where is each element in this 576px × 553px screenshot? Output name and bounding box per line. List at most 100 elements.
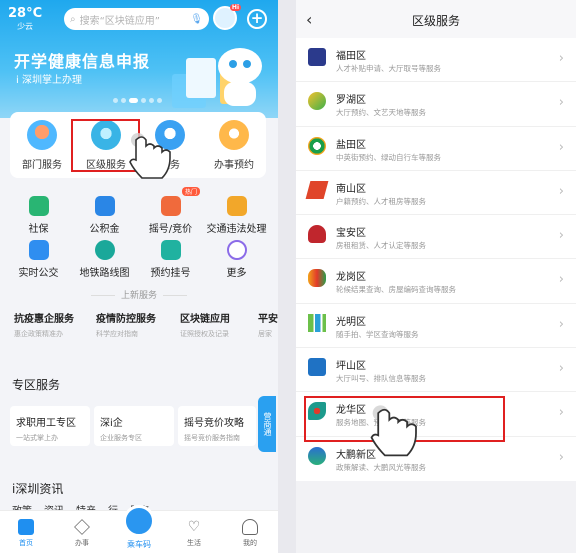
grid-item-label: 更多 — [226, 268, 247, 279]
tab-home[interactable]: 首页 — [2, 519, 50, 548]
service-card-epidemic-prevention[interactable]: 疫情防控服务 科学应对指南 — [96, 310, 156, 348]
weather-widget[interactable]: 28°C 少云 — [8, 6, 42, 32]
grid-item-label: 摇号/竞价 — [148, 224, 193, 235]
tab-affairs[interactable]: 办事 — [58, 519, 106, 548]
district-name: 坪山区 — [336, 361, 366, 373]
district-name: 福田区 — [336, 51, 366, 62]
district-desc: 房租租赁、人才认定等服务 — [336, 241, 426, 251]
heart-icon: ♡ — [187, 519, 201, 535]
tab-life[interactable]: ♡ 生活 — [170, 519, 218, 548]
banner-robot-illustration — [172, 48, 262, 108]
grid-item-more[interactable]: 更多 — [202, 240, 271, 279]
service-card-safety[interactable]: 平安 居家 — [258, 310, 278, 348]
tab-label: 办事 — [75, 539, 89, 547]
grid-item-metro-map[interactable]: 地铁路线图 — [70, 240, 139, 279]
district-row-luohu[interactable]: 罗湖区 大厅预约、文艺天地等服务 › — [296, 82, 576, 127]
nanshan-logo-icon — [305, 180, 329, 199]
quick-item-label: 办事预约 — [214, 160, 254, 171]
grid-item-traffic-violation[interactable]: 交通违法处理 — [202, 196, 271, 235]
grid-item-lottery-bidding[interactable]: 摇号/竞价 — [136, 196, 205, 235]
futian-logo-icon — [308, 48, 326, 66]
district-desc: 轮候结果查询、房屋编码查询等服务 — [336, 285, 456, 295]
grid-item-label: 实时公交 — [18, 268, 59, 279]
grid-item-label: 公积金 — [89, 224, 120, 235]
quick-item-department-services[interactable]: 部门服务 — [10, 120, 74, 171]
tap-hand-icon — [129, 133, 171, 179]
chevron-right-icon: › — [558, 405, 564, 421]
grid-item-label: 预约挂号 — [150, 268, 191, 279]
district-row-nanshan[interactable]: 南山区 户籍预约、人才租房等服务 › — [296, 171, 576, 216]
bus-code-icon[interactable] — [123, 505, 155, 537]
district-row-dapeng[interactable]: 大鹏新区 政策解读、大鹏风光等服务 › — [296, 437, 576, 481]
district-row-pingshan[interactable]: 坪山区 大厅叫号、排队信息等服务 › — [296, 348, 576, 393]
weather-desc: 少云 — [17, 22, 34, 31]
plus-icon[interactable]: + — [247, 9, 267, 29]
service-desc: 证照授权及记录 — [180, 330, 229, 338]
assistant-robot-icon[interactable]: Hi — [213, 4, 241, 30]
chevron-right-icon: › — [558, 51, 564, 66]
search-input[interactable]: ⌕ 搜索“区块链应用” 🎙 — [64, 8, 209, 30]
service-title: 疫情防控服务 — [96, 314, 156, 325]
district-row-guangming[interactable]: 光明区 随手拍、学区查询等服务 › — [296, 304, 576, 349]
chevron-right-icon: › — [558, 228, 564, 244]
banner-title: 开学健康信息申报 — [14, 52, 151, 71]
chevron-right-icon: › — [558, 139, 564, 155]
grid-item-label: 地铁路线图 — [79, 268, 130, 279]
zone-card-lottery-guide[interactable]: 摇号竞价攻略 摇号竞价服务指南 — [178, 406, 256, 446]
medical-cross-icon — [160, 240, 181, 260]
service-title: 区块链应用 — [180, 314, 230, 325]
weather-temp: 28°C — [8, 6, 43, 21]
grid-item-realtime-bus[interactable]: 实时公交 — [4, 240, 73, 279]
house-yen-icon — [94, 196, 115, 216]
home-icon — [18, 519, 34, 535]
right-phone-screen: ‹ 区级服务 福田区 人才补贴申请、大厅取号等服务 › 罗湖区 大厅预约、文艺天… — [296, 0, 576, 553]
business-side-tab[interactable]: 营商通 — [258, 396, 276, 452]
grid-item-hospital-appointment[interactable]: 预约挂号 — [136, 240, 205, 279]
service-desc: 科学应对指南 — [96, 330, 138, 338]
service-title: 抗疫惠企服务 — [14, 314, 74, 325]
left-phone-screen: 28°C 少云 ⌕ 搜索“区块链应用” 🎙 Hi + 开学健康信息申报 i 深圳… — [0, 0, 278, 553]
paper-plane-icon — [74, 519, 90, 535]
zone-services-title: 专区服务 — [12, 378, 61, 392]
car-icon — [160, 196, 181, 216]
district-row-yantian[interactable]: 盐田区 中英街预约、绿动自行车等服务 › — [296, 127, 576, 171]
service-desc: 居家 — [258, 330, 272, 338]
chevron-right-icon: › — [558, 449, 564, 465]
grid-item-label: 交通违法处理 — [206, 224, 267, 235]
service-desc: 惠企政策精准办 — [14, 330, 63, 338]
district-header: ‹ 区级服务 — [296, 0, 576, 38]
district-row-longgang[interactable]: 龙岗区 轮候结果查询、房屋编码查询等服务 › — [296, 259, 576, 304]
yantian-logo-icon — [308, 136, 326, 155]
chevron-right-icon: › — [558, 95, 564, 111]
district-desc: 大厅预约、文艺天地等服务 — [336, 108, 426, 118]
service-card-epidemic-business[interactable]: 抗疫惠企服务 惠企政策精准办 — [14, 310, 74, 348]
district-row-baoan[interactable]: 宝安区 房租租赁、人才认定等服务 › — [296, 215, 576, 260]
grid-item-label: 社保 — [28, 224, 49, 235]
service-card-blockchain[interactable]: 区块链应用 证照授权及记录 — [180, 310, 230, 348]
grid-item-social-security[interactable]: 社保 — [4, 196, 73, 235]
district-row-futian[interactable]: 福田区 人才补贴申请、大厅取号等服务 › — [296, 38, 576, 83]
chevron-right-icon: › — [558, 361, 564, 377]
longgang-logo-icon — [308, 269, 326, 288]
district-name: 光明区 — [336, 316, 366, 328]
tab-bus-code[interactable]: 乘车码 — [116, 539, 162, 550]
district-desc: 户籍预约、人才租房等服务 — [336, 196, 426, 206]
grid-item-housing-fund[interactable]: 公积金 — [70, 196, 139, 235]
zone-card-desc: 一站式掌上办 — [16, 434, 58, 442]
tab-mine[interactable]: 我的 — [226, 519, 274, 548]
department-services-icon — [27, 120, 57, 150]
chevron-right-icon: › — [558, 183, 564, 199]
zone-card-enterprise[interactable]: 深i企 企业服务专区 — [94, 406, 174, 446]
luohu-logo-icon — [308, 92, 326, 111]
metro-icon — [94, 240, 115, 260]
zone-card-jobs[interactable]: 求职用工专区 一站式掌上办 — [10, 406, 90, 446]
service-title: 平安 — [258, 314, 278, 325]
district-name: 罗湖区 — [336, 95, 366, 107]
tap-hand-icon-right — [370, 405, 417, 457]
microphone-icon[interactable]: 🎙 — [190, 14, 203, 25]
district-name: 龙岗区 — [336, 272, 366, 284]
quick-item-appointment[interactable]: 办事预约 — [202, 120, 266, 171]
guangming-logo-icon — [308, 313, 326, 332]
district-desc: 大厅叫号、排队信息等服务 — [336, 374, 426, 384]
tab-label: 生活 — [187, 539, 201, 547]
